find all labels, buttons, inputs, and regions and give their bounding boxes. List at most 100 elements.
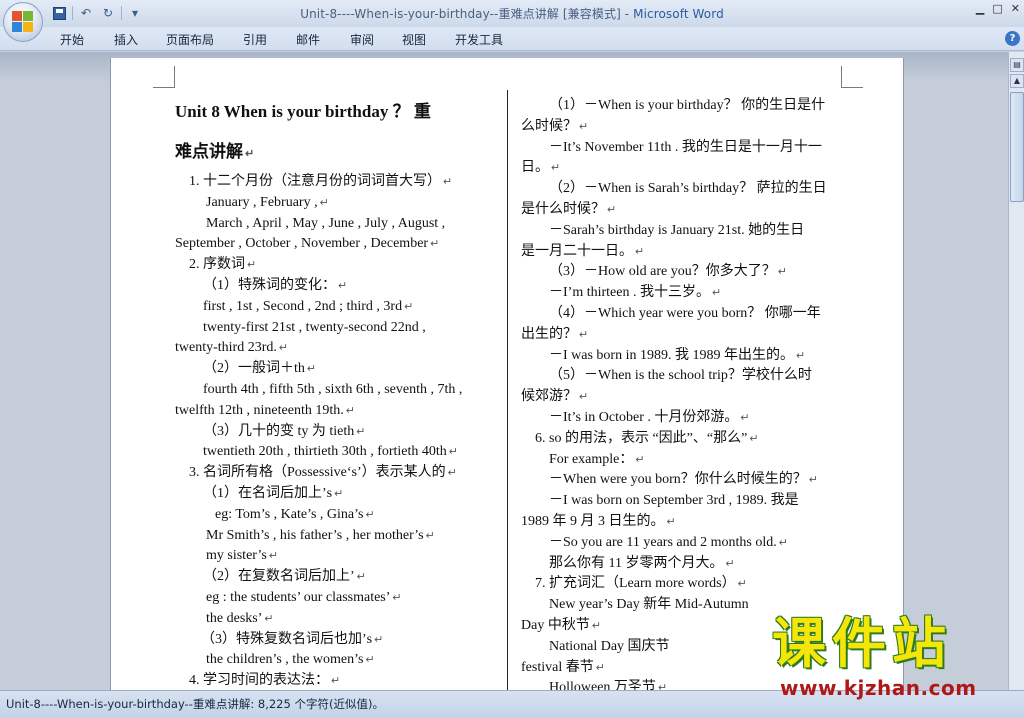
doc-text: －I’m thirteen . 我十三岁。 <box>549 285 710 301</box>
paragraph-mark-icon: ↵ <box>777 266 787 279</box>
left-doc-line: first , 1st , Second , 2nd ; third , 3rd… <box>175 297 495 318</box>
right-doc-line: －I was born in 1989. 我 1989 年出生的。 ↵ <box>521 346 843 367</box>
left-doc-line: twenty-first 21st , twenty-second 22nd , <box>175 318 495 339</box>
app-name: Microsoft Word <box>633 7 724 21</box>
window-title: Unit-8----When-is-your-birthday--重难点讲解 [… <box>0 5 1024 22</box>
tab-references[interactable]: 引用 <box>243 31 267 48</box>
left-doc-line: （1）特殊词的变化： ↵ <box>175 276 495 297</box>
maximize-button[interactable]: □ <box>992 2 1002 15</box>
right-doc-line: －I was born on September 3rd , 1989. 我是 <box>521 491 843 512</box>
doc-text: （2）一般词＋th <box>203 361 305 377</box>
paragraph-mark-icon: ↵ <box>595 661 605 674</box>
document-title: Unit-8----When-is-your-birthday--重难点讲解 [… <box>300 7 621 21</box>
doc-text: National Day 国庆节 <box>549 638 670 654</box>
doc-text: （3）－How old are you？你多大了？ <box>549 264 776 280</box>
doc-text: 2. 序数词 <box>189 257 245 273</box>
tab-developer[interactable]: 开发工具 <box>455 31 503 48</box>
doc-text: （3）特殊复数名词后也加’s <box>201 631 373 647</box>
right-doc-line: （5）－When is the school trip？学校什么时 <box>521 366 843 387</box>
doc-text: 1989 年 9 月 3 日生的。 <box>521 513 665 529</box>
doc-text: 6. so 的用法，表示 “因此”、“那么” <box>535 430 748 446</box>
paragraph-mark-icon: ↵ <box>319 196 329 209</box>
left-doc-line: January , February , ↵ <box>175 193 495 214</box>
tab-mailings[interactable]: 邮件 <box>296 31 320 48</box>
paragraph-mark-icon: ↵ <box>365 508 375 521</box>
paragraph-mark-icon: ↵ <box>579 391 589 404</box>
paragraph-mark-icon: ↵ <box>657 682 668 690</box>
office-button[interactable] <box>3 2 43 42</box>
minimize-button[interactable]: ▁ <box>976 2 984 15</box>
doc-text: －It’s in October . 十月份郊游。 <box>549 409 739 425</box>
paragraph-mark-icon: ↵ <box>635 453 645 466</box>
window-controls: ▁ □ ✕ <box>976 2 1020 15</box>
paragraph-mark-icon: ↵ <box>425 529 435 542</box>
doc-text: －When were you born？你什么时候生的？ <box>549 472 807 488</box>
title-bar: ↶ ↻ ▾ Unit-8----When-is-your-birthday--重… <box>0 0 1024 27</box>
paragraph-mark-icon: ↵ <box>778 536 788 549</box>
doc-text: my sister’s <box>206 548 267 564</box>
title-separator: - <box>620 7 634 21</box>
right-doc-line: （3）－How old are you？你多大了？ ↵ <box>521 262 843 283</box>
right-doc-line: （2）－When is Sarah’s birthday？ 萨拉的生日 <box>521 179 843 200</box>
doc-text: Day 中秋节 <box>521 617 590 633</box>
document-page[interactable]: Unit 8 When is your birthday ？ 重难点讲解 ↵ 1. … <box>110 58 904 690</box>
paragraph-mark-icon: ↵ <box>345 404 355 417</box>
ruler-toggle-button[interactable]: ▤ <box>1010 58 1024 72</box>
help-icon[interactable]: ? <box>1005 31 1020 46</box>
left-doc-line: （1）在名词后加上’s ↵ <box>175 484 495 505</box>
doc-text: For example： <box>549 451 634 467</box>
left-doc-line: 难点讲解 ↵ <box>175 140 495 166</box>
paragraph-mark-icon: ↵ <box>725 557 735 570</box>
paragraph-mark-icon: ↵ <box>392 591 402 604</box>
left-doc-line: eg: Tom’s , Kate’s , Gina’s ↵ <box>175 505 495 526</box>
paragraph-mark-icon: ↵ <box>579 328 589 341</box>
doc-text: 那么你有 11 岁零两个月大。 <box>549 555 724 571</box>
tab-review[interactable]: 审阅 <box>350 31 374 48</box>
paragraph-mark-icon: ↵ <box>447 467 457 480</box>
paragraph-mark-icon: ↵ <box>365 654 375 667</box>
tab-page-layout[interactable]: 页面布局 <box>166 31 214 48</box>
close-button[interactable]: ✕ <box>1011 2 1020 15</box>
doc-text: 出生的？ <box>521 326 577 342</box>
paragraph-mark-icon: ↵ <box>666 515 676 528</box>
right-doc-line: 是一月二十一日。 ↵ <box>521 242 843 263</box>
tab-home[interactable]: 开始 <box>60 31 84 48</box>
tab-view[interactable]: 视图 <box>402 31 426 48</box>
paragraph-mark-icon: ↵ <box>448 446 459 459</box>
doc-text: 候郊游？ <box>521 389 577 405</box>
document-area: Unit 8 When is your birthday ？ 重难点讲解 ↵ 1. … <box>0 52 1008 690</box>
right-doc-line: －When were you born？你什么时候生的？ ↵ <box>521 470 843 491</box>
scroll-up-button[interactable]: ▲ <box>1010 74 1024 88</box>
doc-text: 4. 学习时间的表达法： <box>189 673 329 689</box>
word-window: ↶ ↻ ▾ Unit-8----When-is-your-birthday--重… <box>0 0 1024 718</box>
doc-text: fourth 4th , fifth 5th , sixth 6th , sev… <box>203 381 463 397</box>
paragraph-mark-icon: ↵ <box>374 633 384 646</box>
right-doc-line: 1989 年 9 月 3 日生的。 ↵ <box>521 512 843 533</box>
paragraph-mark-icon: ↵ <box>430 238 440 251</box>
right-doc-line: 么时候？ ↵ <box>521 117 843 138</box>
left-doc-line: September , October , November , Decembe… <box>175 234 495 255</box>
paragraph-mark-icon: ↵ <box>306 363 317 376</box>
left-doc-line: （3）特殊复数名词后也加’s ↵ <box>175 630 495 651</box>
doc-text: March , April , May , June , July , Augu… <box>206 215 446 231</box>
paragraph-mark-icon: ↵ <box>551 162 561 175</box>
left-doc-line: twentieth 20th , thirtieth 30th , fortie… <box>175 442 495 463</box>
right-doc-line: 6. so 的用法，表示 “因此”、“那么” ↵ <box>521 429 843 450</box>
paragraph-mark-icon: ↵ <box>331 675 341 688</box>
tab-insert[interactable]: 插入 <box>114 31 138 48</box>
right-doc-line: （4）－Which year were you born？ 你哪一年 <box>521 304 843 325</box>
paragraph-mark-icon: ↵ <box>245 148 255 160</box>
paragraph-mark-icon: ↵ <box>356 425 366 438</box>
paragraph-mark-icon: ↵ <box>278 342 289 355</box>
left-doc-line: （3）几十的变 ty 为 tieth ↵ <box>175 422 495 443</box>
right-doc-line: 日。 ↵ <box>521 158 843 179</box>
vertical-scrollbar[interactable]: ▤ ▲ <box>1008 52 1024 690</box>
doc-text: twenty-first 21st , twenty-second 22nd , <box>203 319 426 335</box>
right-doc-line: For example： ↵ <box>521 450 843 471</box>
doc-text: 是什么时候？ <box>521 201 605 217</box>
doc-text: （5）－When is the school trip？学校什么时 <box>549 368 812 384</box>
left-doc-line: March , April , May , June , July , Augu… <box>175 214 495 235</box>
scroll-thumb[interactable] <box>1010 92 1024 202</box>
paragraph-mark-icon: ↵ <box>749 432 759 445</box>
doc-text: －I was born in 1989. 我 1989 年出生的。 <box>549 347 794 363</box>
